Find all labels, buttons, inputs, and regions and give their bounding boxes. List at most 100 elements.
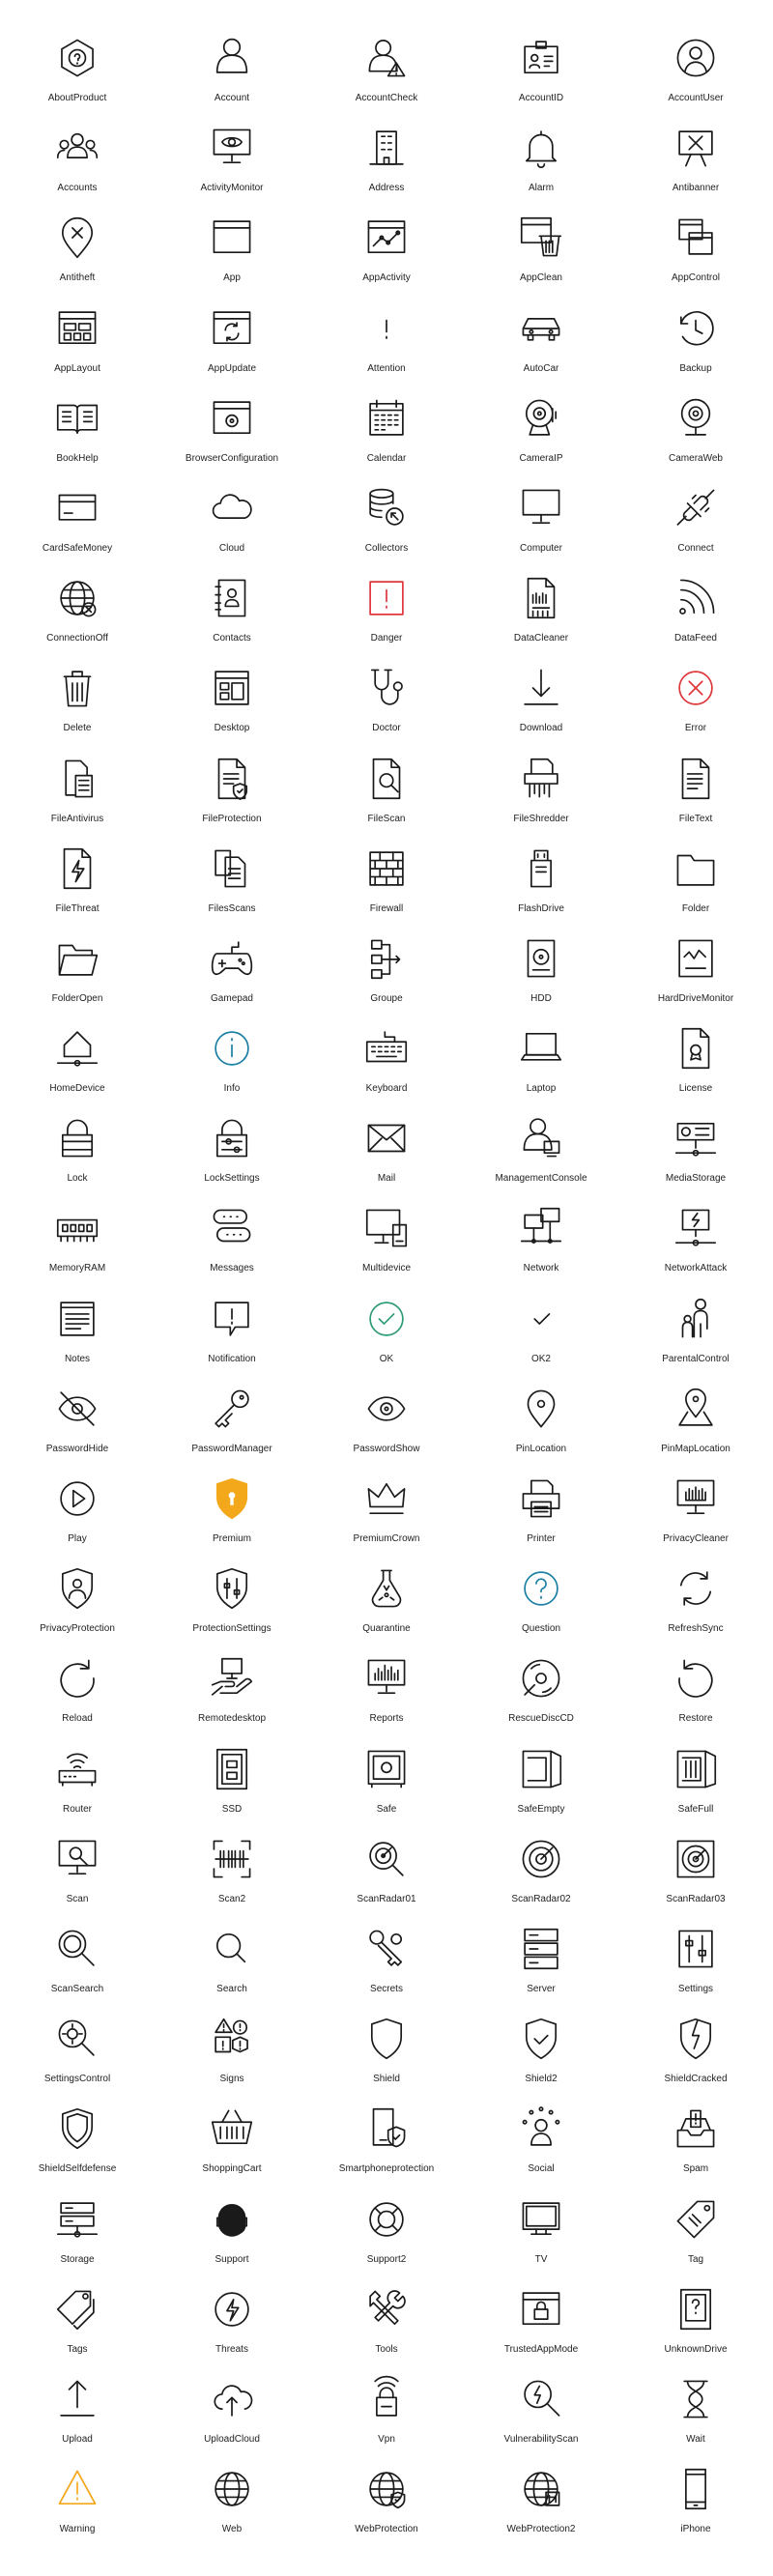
- icon-label: ShieldSelfdefense: [38, 2163, 117, 2175]
- scan2-icon: [201, 1830, 263, 1888]
- antibanner-icon: [665, 119, 727, 177]
- icon-tile: Router: [0, 1740, 155, 1830]
- support-icon: [201, 2190, 263, 2248]
- scan-search-icon: [46, 1920, 108, 1978]
- icon-label: WebProtection2: [506, 2524, 576, 2535]
- icon-tile: Tag: [618, 2190, 773, 2280]
- icon-tile: RescueDiscCD: [464, 1649, 618, 1739]
- icon-label: DataCleaner: [513, 633, 569, 644]
- book-help-icon: [46, 389, 108, 447]
- icon-label: Firewall: [369, 902, 404, 914]
- file-scan-icon: [356, 750, 417, 808]
- icon-tile: Connect: [618, 479, 773, 569]
- icon-tile: PrivacyProtection: [0, 1560, 155, 1649]
- account-check-icon: [356, 29, 417, 87]
- icon-tile: UploadCloud: [155, 2370, 309, 2460]
- cloud-icon: [201, 479, 263, 537]
- icon-tile: VulnerabilityScan: [464, 2370, 618, 2460]
- icon-tile: Cloud: [155, 479, 309, 569]
- icon-label: Storage: [60, 2253, 95, 2265]
- icon-tile: Web: [155, 2460, 309, 2550]
- icon-label: Play: [68, 1533, 87, 1544]
- icon-label: AutoCar: [523, 362, 559, 374]
- printer-icon: [510, 1470, 572, 1528]
- icon-tile: PasswordHide: [0, 1380, 155, 1470]
- icon-tile: Upload: [0, 2370, 155, 2460]
- password-hide-icon: [46, 1380, 108, 1438]
- question-icon: [510, 1560, 572, 1617]
- icon-tile: FileAntivirus: [0, 750, 155, 840]
- icon-label: Threats: [215, 2343, 248, 2355]
- icon-tile: Social: [464, 2100, 618, 2190]
- icon-tile: Groupe: [309, 930, 464, 1019]
- account-user-icon: [665, 29, 727, 87]
- icon-tile: OK: [309, 1290, 464, 1380]
- icon-tile: FileScan: [309, 750, 464, 840]
- icon-tile: FilesScans: [155, 840, 309, 930]
- web-icon: [201, 2460, 263, 2518]
- icon-tile: Tags: [0, 2280, 155, 2370]
- tv-icon: [510, 2190, 572, 2248]
- premium-icon: [201, 1470, 263, 1528]
- icon-label: Smartphoneprotection: [338, 2163, 435, 2175]
- icon-tile: Delete: [0, 659, 155, 749]
- gamepad-icon: [201, 930, 263, 987]
- icon-label: OK: [379, 1353, 394, 1364]
- icon-label: Antitheft: [59, 272, 96, 284]
- icon-label: Settings: [677, 1983, 714, 1994]
- notification-icon: [201, 1290, 263, 1348]
- icon-tile: Play: [0, 1470, 155, 1560]
- address-icon: [356, 119, 417, 177]
- license-icon: [665, 1019, 727, 1077]
- tools-icon: [356, 2280, 417, 2338]
- icon-tile: Spam: [618, 2100, 773, 2190]
- icon-tile: ProtectionSettings: [155, 1560, 309, 1649]
- icon-label: FlashDrive: [518, 902, 564, 914]
- icon-tile: HomeDevice: [0, 1019, 155, 1109]
- icon-tile: FileThreat: [0, 840, 155, 930]
- files-scans-icon: [201, 840, 263, 898]
- icon-tile: ScanRadar02: [464, 1830, 618, 1920]
- icon-tile: TrustedAppMode: [464, 2280, 618, 2370]
- icon-label: Premium: [212, 1533, 251, 1544]
- icon-tile: AboutProduct: [0, 29, 155, 119]
- icon-label: Restore: [678, 1713, 713, 1725]
- server-icon: [510, 1920, 572, 1978]
- icon-label: Tags: [67, 2343, 88, 2355]
- icon-label: Tag: [687, 2253, 704, 2265]
- app-layout-icon: [46, 300, 108, 358]
- icon-label: VulnerabilityScan: [503, 2433, 579, 2445]
- doctor-icon: [356, 659, 417, 717]
- password-show-icon: [356, 1380, 417, 1438]
- icon-tile: NetworkAttack: [618, 1199, 773, 1289]
- icon-tile: PasswordManager: [155, 1380, 309, 1470]
- icon-tile: Settings: [618, 1920, 773, 2010]
- info-icon: [201, 1019, 263, 1077]
- icon-tile: Question: [464, 1560, 618, 1649]
- smartphone-protection-icon: [356, 2100, 417, 2158]
- icon-tile: Contacts: [155, 569, 309, 659]
- icon-tile: Safe: [309, 1740, 464, 1830]
- icon-label: AppControl: [671, 272, 721, 284]
- icon-label: Notification: [208, 1353, 256, 1364]
- refresh-sync-icon: [665, 1560, 727, 1617]
- icon-label: FileScan: [367, 813, 406, 824]
- icon-label: Keyboard: [365, 1083, 408, 1095]
- lock-icon: [46, 1109, 108, 1167]
- icon-label: CardSafeMoney: [42, 542, 113, 554]
- icon-tile: ShoppingCart: [155, 2100, 309, 2190]
- warning-icon: [46, 2460, 108, 2518]
- icon-label: Signs: [219, 2074, 244, 2085]
- icon-label: LockSettings: [204, 1173, 260, 1185]
- icon-tile: Laptop: [464, 1019, 618, 1109]
- safe-full-icon: [665, 1740, 727, 1798]
- settings-control-icon: [46, 2010, 108, 2068]
- memory-ram-icon: [46, 1199, 108, 1257]
- icon-label: ScanRadar02: [511, 1893, 571, 1904]
- icon-label: SettingsControl: [43, 2074, 111, 2085]
- icon-label: Search: [216, 1983, 247, 1994]
- icon-label: Tools: [375, 2343, 398, 2355]
- icon-tile: Support: [155, 2190, 309, 2280]
- camera-web-icon: [665, 389, 727, 447]
- icon-tile: ScanRadar03: [618, 1830, 773, 1920]
